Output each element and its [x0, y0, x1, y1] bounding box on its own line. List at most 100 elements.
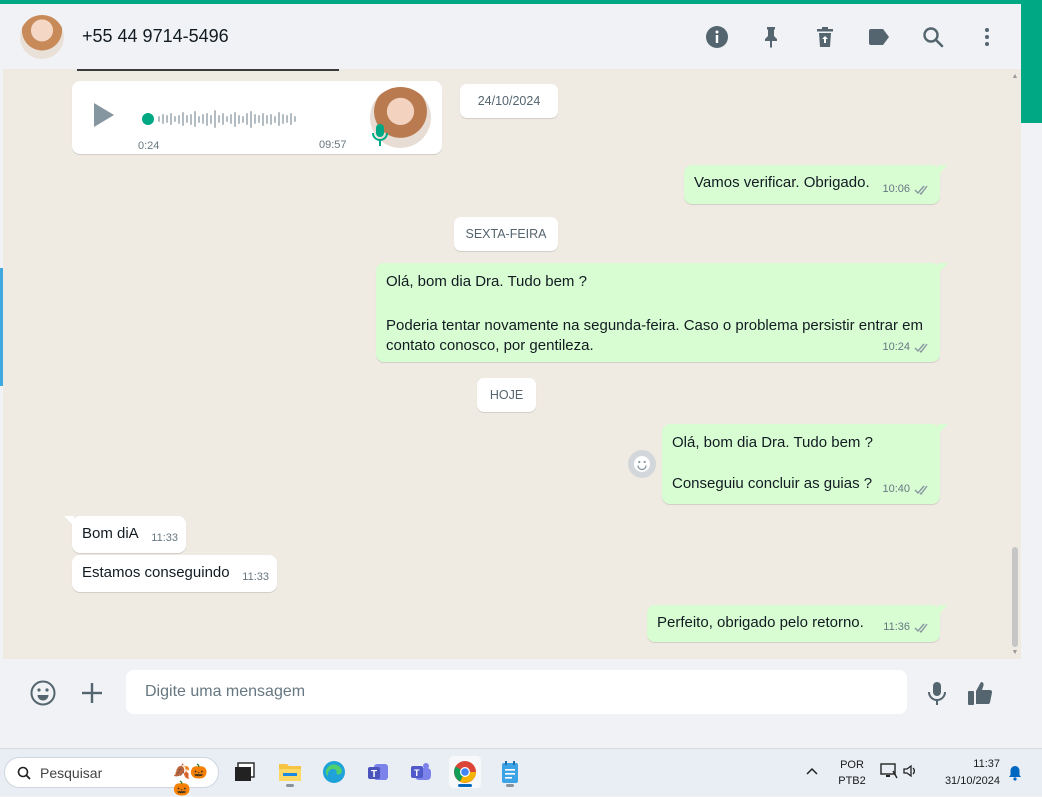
double-check-icon: [914, 623, 928, 633]
file-explorer-icon[interactable]: [274, 756, 306, 788]
waveform-bar: [294, 116, 296, 122]
waveform-bar: [182, 112, 184, 126]
header-actions: [675, 4, 999, 69]
notepad-icon[interactable]: [494, 756, 526, 788]
playhead[interactable]: [142, 113, 154, 125]
running-indicator: [506, 784, 514, 787]
bubble-tail: [938, 165, 948, 175]
chrome-icon[interactable]: [449, 756, 481, 788]
chevron-up-icon[interactable]: [806, 767, 818, 775]
contact-avatar[interactable]: [20, 14, 64, 59]
waveform-bar: [250, 110, 252, 128]
waveform-bar: [198, 115, 200, 123]
message-time: 11:33: [151, 528, 178, 548]
waveform-bar: [274, 115, 276, 123]
windows-taskbar: Pesquisar 🍂🎃🎃 T T POR PTB2 11:37 31/10/2…: [0, 748, 1042, 796]
network-icon[interactable]: [880, 763, 898, 779]
waveform-bar: [266, 114, 268, 124]
waveform-bar: [222, 113, 224, 125]
taskbar-search[interactable]: Pesquisar 🍂🎃🎃: [4, 757, 219, 796]
waveform-bar: [270, 113, 272, 125]
play-icon[interactable]: [94, 103, 114, 127]
scroll-up-arrow[interactable]: ▲: [1011, 73, 1019, 80]
voice-duration: 09:57: [319, 139, 347, 151]
label-icon[interactable]: [867, 25, 891, 49]
waveform-bar: [206, 112, 208, 126]
audio-waveform[interactable]: [142, 109, 298, 129]
svg-text:T: T: [414, 768, 420, 778]
search-icon: [17, 766, 31, 780]
message-text: Estamos conseguindo: [82, 564, 230, 581]
running-indicator: [286, 784, 294, 787]
waveform-bar: [186, 115, 188, 123]
teams-icon[interactable]: T: [405, 756, 437, 788]
outgoing-message[interactable]: Vamos verificar. Obrigado. 10:06: [684, 165, 948, 204]
timestamp: 10:40: [882, 483, 910, 495]
search-icon[interactable]: [921, 25, 945, 49]
smiley-icon: [634, 456, 650, 472]
background-window-edge: [1021, 4, 1042, 123]
teams-work-icon[interactable]: T: [362, 756, 394, 788]
previous-message-edge: [77, 69, 339, 71]
waveform-bar: [174, 116, 176, 122]
volume-icon[interactable]: [903, 764, 919, 778]
waveform-bar: [226, 116, 228, 122]
language-indicator[interactable]: POR: [832, 759, 872, 771]
notification-bell-icon[interactable]: [1008, 765, 1022, 781]
message-text: Conseguiu concluir as guias ?: [672, 475, 873, 492]
scrollbar-thumb[interactable]: [1012, 547, 1018, 647]
waveform-bar: [262, 112, 264, 126]
waveform-bar: [290, 113, 292, 125]
waveform-bar: [254, 114, 256, 124]
waveform-bar: [218, 115, 220, 123]
outgoing-message[interactable]: Perfeito, obrigado pelo retorno. 11:36: [647, 605, 948, 642]
task-view-icon[interactable]: [229, 756, 261, 788]
contact-name[interactable]: +55 44 9714-5496: [82, 26, 229, 47]
react-button[interactable]: [628, 450, 656, 478]
waveform-bar: [194, 111, 196, 127]
pin-icon[interactable]: [759, 25, 783, 49]
edge-icon[interactable]: [318, 756, 350, 788]
outgoing-message[interactable]: Olá, bom dia Dra. Tudo bem ? Poderia ten…: [376, 263, 948, 362]
message-time: 11:36: [883, 617, 930, 637]
message-input[interactable]: Digite uma mensagem: [126, 670, 907, 714]
menu-icon[interactable]: [975, 25, 999, 49]
waveform-bar: [202, 114, 204, 124]
incoming-message[interactable]: Bom diA 11:33: [64, 516, 186, 553]
double-check-icon: [914, 185, 928, 195]
emoji-icon[interactable]: [29, 679, 57, 707]
info-icon[interactable]: [705, 25, 729, 49]
bubble-tail: [938, 424, 948, 434]
voice-message[interactable]: 0:24 09:57: [72, 81, 442, 154]
clock-date[interactable]: 31/10/2024: [932, 775, 1000, 787]
waveform-bar: [162, 114, 164, 124]
keyboard-layout[interactable]: PTB2: [832, 775, 872, 787]
timestamp: 11:33: [151, 532, 178, 544]
thumbs-up-icon[interactable]: [966, 679, 994, 707]
bubble-tail: [64, 516, 74, 526]
double-check-icon: [914, 485, 928, 495]
timestamp: 10:06: [882, 183, 910, 195]
incoming-message[interactable]: Estamos conseguindo 11:33: [72, 555, 277, 592]
timestamp: 11:33: [242, 571, 269, 583]
pumpkins-icon: 🍂🎃🎃: [173, 763, 208, 796]
clock-time[interactable]: 11:37: [940, 758, 1000, 770]
message-time: 11:33: [242, 567, 269, 587]
mic-icon[interactable]: [923, 679, 951, 707]
waveform-bar: [282, 114, 284, 124]
scroll-down-arrow[interactable]: ▼: [1011, 649, 1019, 656]
composer-bar: Digite uma mensagem: [3, 659, 1021, 727]
voice-current-time: 0:24: [138, 140, 160, 152]
message-time: 10:06: [882, 179, 930, 199]
waveform-bar: [234, 111, 236, 127]
chat-panel[interactable]: 0:24 09:57 24/10/2024 Vamos verificar. O…: [3, 69, 1021, 659]
waveform-bar: [214, 110, 216, 128]
waveform-bar: [170, 113, 172, 125]
trash-icon[interactable]: [813, 25, 837, 49]
date-chip: SEXTA-FEIRA: [454, 217, 558, 251]
svg-text:T: T: [371, 769, 377, 780]
timestamp: 10:24: [882, 341, 910, 353]
outgoing-message[interactable]: Olá, bom dia Dra. Tudo bem ? Conseguiu c…: [662, 424, 948, 504]
message-text: Poderia tentar novamente na segunda-feir…: [386, 317, 923, 354]
attach-plus-icon[interactable]: [78, 679, 106, 707]
